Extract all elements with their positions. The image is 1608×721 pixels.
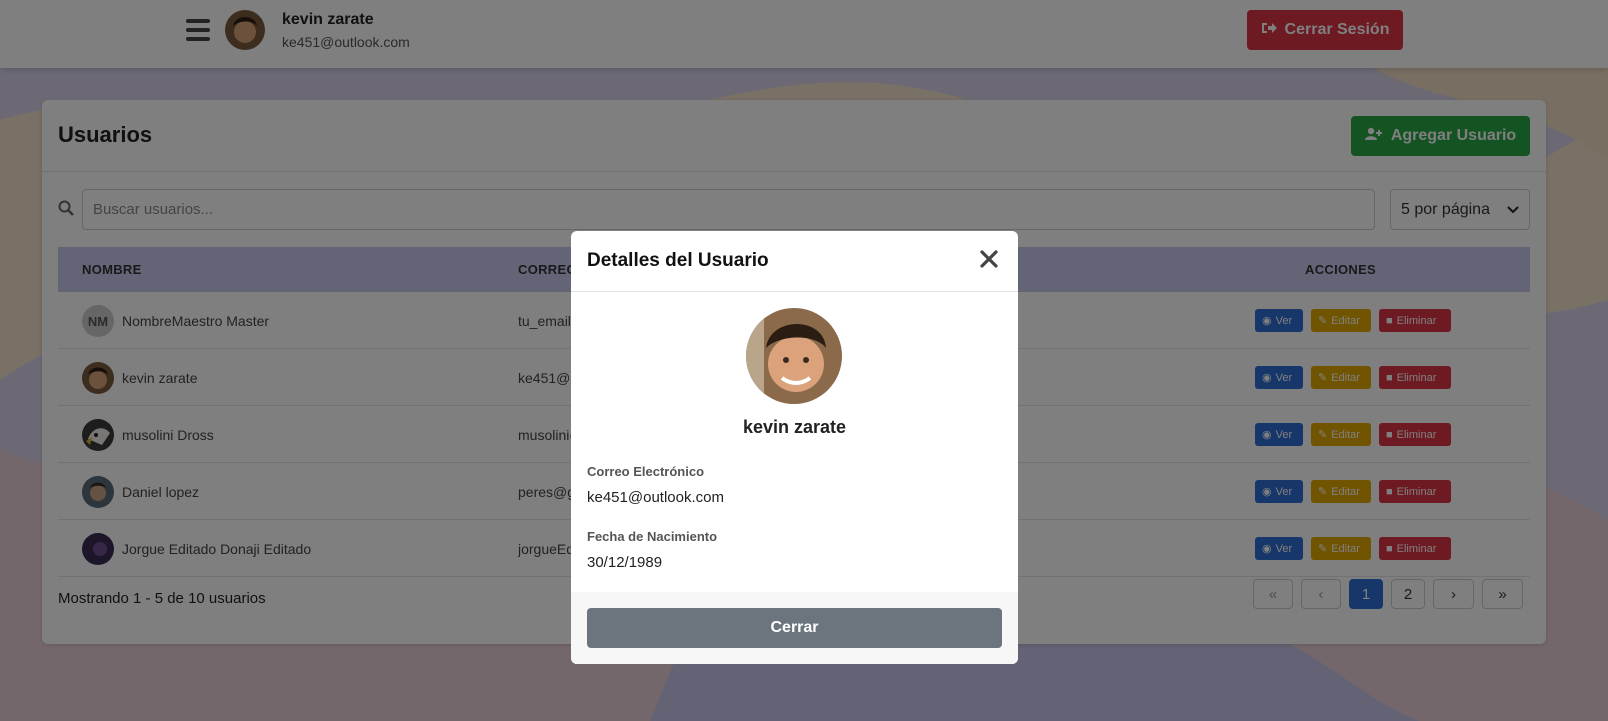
email-label: Correo Electrónico <box>587 464 705 479</box>
birth-date-label: Fecha de Nacimiento <box>587 529 718 544</box>
birth-date-value: 30/12/1989 <box>587 554 663 571</box>
close-button[interactable]: Cerrar <box>587 608 1002 648</box>
email-value: ke451@outlook.com <box>587 489 724 506</box>
user-details-modal: Detalles del Usuario kevin zarate Correo… <box>571 231 1018 664</box>
modal-title: Detalles del Usuario <box>587 250 769 271</box>
close-icon[interactable] <box>978 248 1000 270</box>
avatar <box>746 308 842 404</box>
modal-footer: Cerrar <box>571 592 1018 664</box>
modal-user-name: kevin zarate <box>742 417 847 437</box>
modal-header: Detalles del Usuario <box>571 231 1018 292</box>
